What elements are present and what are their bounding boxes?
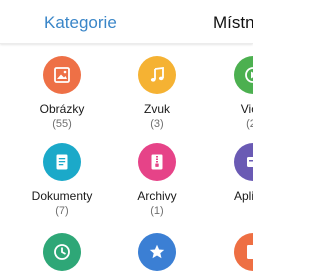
- category-count: (2: [246, 118, 253, 130]
- file-manager-screen: Kategorie Místn Obrázky (55) Zvuk (3) Vi…: [0, 0, 253, 271]
- tab-bar: Kategorie Místn: [0, 0, 253, 44]
- category-count: (1): [150, 205, 164, 217]
- app-icon: [234, 143, 253, 181]
- category-label: Aplik: [233, 189, 253, 203]
- archive-icon: [138, 143, 176, 181]
- tab-kategorie[interactable]: Kategorie: [44, 12, 117, 34]
- category-count: (3): [150, 118, 164, 130]
- music-note-icon: [138, 56, 176, 94]
- tablet-icon: [234, 233, 253, 271]
- category-label: Vic: [240, 102, 253, 116]
- category-label: Dokumenty: [31, 189, 93, 203]
- star-icon: [138, 233, 176, 271]
- document-icon: [43, 143, 81, 181]
- tab-mistni[interactable]: Místn: [213, 12, 253, 34]
- category-label: Obrázky: [39, 102, 85, 116]
- video-icon: [234, 56, 253, 94]
- category-count: (55): [52, 118, 72, 130]
- clock-icon: [43, 233, 81, 271]
- category-label: Zvuk: [143, 102, 171, 116]
- image-icon: [43, 56, 81, 94]
- category-count: (7): [55, 205, 69, 217]
- category-label: Archivy: [137, 189, 177, 203]
